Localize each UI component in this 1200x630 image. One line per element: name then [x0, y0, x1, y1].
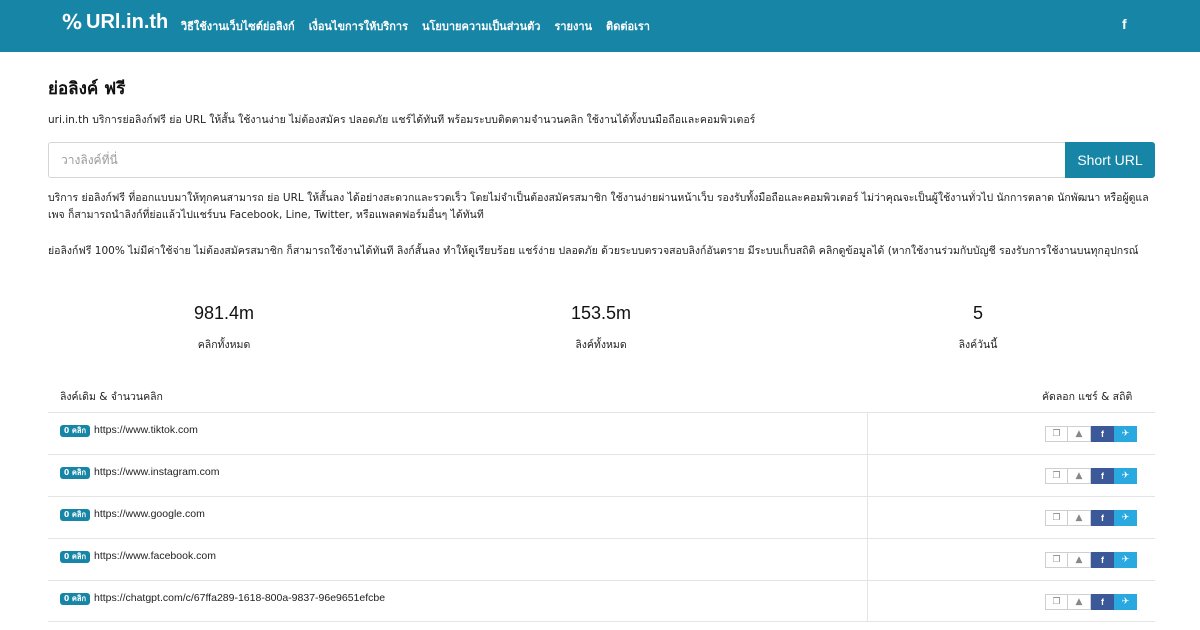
twitter-share-icon[interactable]: ✈: [1114, 468, 1137, 484]
facebook-share-icon[interactable]: f: [1091, 552, 1114, 568]
row-actions-cell: ❐ ▲ f ✈: [868, 581, 1155, 621]
twitter-share-icon[interactable]: ✈: [1114, 510, 1137, 526]
link-icon: %: [62, 10, 83, 34]
click-count-badge: 0 คลิก: [60, 509, 90, 521]
shorten-form: Short URL: [48, 142, 1155, 178]
stats-chart-icon[interactable]: ▲: [1068, 510, 1091, 526]
table-header-original-link: ลิงค์เดิม & จำนวนคลิก: [60, 391, 163, 403]
row-actions: ❐ ▲ f ✈: [1045, 552, 1137, 568]
brand-name: URl.in.th: [86, 10, 169, 33]
copy-icon[interactable]: ❐: [1045, 426, 1068, 442]
nav-link-contact[interactable]: ติดต่อเรา: [606, 17, 650, 35]
twitter-share-icon[interactable]: ✈: [1114, 594, 1137, 610]
stat-label: คลิกทั้งหมด: [197, 339, 251, 351]
original-url[interactable]: https://www.facebook.com: [94, 550, 216, 562]
nav-link-privacy[interactable]: นโยบายความเป็นส่วนตัว: [422, 17, 540, 35]
facebook-share-icon[interactable]: f: [1091, 426, 1114, 442]
click-count-badge: 0 คลิก: [60, 593, 90, 605]
row-actions: ❐ ▲ f ✈: [1045, 594, 1137, 610]
short-url-button[interactable]: Short URL: [1065, 142, 1155, 178]
page-subtitle: uri.in.th บริการย่อลิงก์ฟรี ย่อ URL ให้ส…: [48, 114, 756, 126]
copy-icon[interactable]: ❐: [1045, 468, 1068, 484]
brand-link[interactable]: % URl.in.th: [62, 10, 168, 34]
page-title: ย่อลิงค์ ฟรี: [48, 79, 126, 99]
click-count-badge: 0 คลิก: [60, 551, 90, 563]
row-link-cell: 0 คลิก https://www.facebook.com: [48, 539, 868, 580]
url-input[interactable]: [48, 142, 1065, 178]
row-actions-cell: ❐ ▲ f ✈: [868, 539, 1155, 580]
row-actions-cell: ❐ ▲ f ✈: [868, 455, 1155, 496]
original-url[interactable]: https://www.google.com: [94, 508, 205, 520]
stats-chart-icon[interactable]: ▲: [1068, 552, 1091, 568]
twitter-share-icon[interactable]: ✈: [1114, 552, 1137, 568]
stat-value: 981.4m: [193, 303, 255, 323]
click-count-badge: 0 คลิก: [60, 425, 90, 437]
nav-links: วิธีใช้งานเว็บไซต์ย่อลิงก์ เงื่อนไขการให…: [181, 17, 664, 35]
copy-icon[interactable]: ❐: [1045, 510, 1068, 526]
row-actions: ❐ ▲ f ✈: [1045, 426, 1137, 442]
table-row: 0 คลิก https://www.facebook.com ❐ ▲ f ✈: [48, 538, 1155, 580]
original-url[interactable]: https://www.tiktok.com: [94, 424, 198, 436]
nav-link-report[interactable]: รายงาน: [554, 17, 592, 35]
facebook-share-icon[interactable]: f: [1091, 468, 1114, 484]
row-link-cell: 0 คลิก https://www.tiktok.com: [48, 413, 868, 454]
description-paragraph-1: บริการ ย่อลิงก์ฟรี ที่ออกแบบมาให้ทุกคนสา…: [48, 192, 1149, 221]
stat-links-today: 5 ลิงค์วันนี้: [888, 303, 1068, 353]
description-paragraph-2: ย่อลิงก์ฟรี 100% ไม่มีค่าใช้จ่าย ไม่ต้อง…: [48, 245, 1139, 257]
table-row: 0 คลิก https://www.instagram.com ❐ ▲ f ✈: [48, 454, 1155, 496]
original-url[interactable]: https://www.instagram.com: [94, 466, 219, 478]
original-url[interactable]: https://chatgpt.com/c/67ffa289-1618-800a…: [94, 592, 385, 604]
top-navbar: % URl.in.th วิธีใช้งานเว็บไซต์ย่อลิงก์ เ…: [0, 0, 1200, 52]
table-row: 0 คลิก https://www.google.com ❐ ▲ f ✈: [48, 496, 1155, 538]
stat-value: 5: [972, 303, 983, 323]
twitter-share-icon[interactable]: ✈: [1114, 426, 1137, 442]
click-count-badge: 0 คลิก: [60, 467, 90, 479]
table-row: 0 คลิก https://www.tiktok.com ❐ ▲ f ✈: [48, 412, 1155, 454]
stat-total-clicks: 981.4m คลิกทั้งหมด: [134, 303, 314, 353]
row-actions: ❐ ▲ f ✈: [1045, 468, 1137, 484]
copy-icon[interactable]: ❐: [1045, 552, 1068, 568]
row-link-cell: 0 คลิก https://chatgpt.com/c/67ffa289-16…: [48, 581, 868, 621]
copy-icon[interactable]: ❐: [1045, 594, 1068, 610]
row-link-cell: 0 คลิก https://www.google.com: [48, 497, 868, 538]
stats-chart-icon[interactable]: ▲: [1068, 468, 1091, 484]
nav-link-how-to[interactable]: วิธีใช้งานเว็บไซต์ย่อลิงก์: [181, 17, 295, 35]
row-actions-cell: ❐ ▲ f ✈: [868, 413, 1155, 454]
table-header-actions: คัดลอก แชร์ & สถิติ: [1042, 391, 1133, 403]
facebook-icon[interactable]: f: [1122, 16, 1127, 32]
facebook-share-icon[interactable]: f: [1091, 510, 1114, 526]
row-actions-cell: ❐ ▲ f ✈: [868, 497, 1155, 538]
row-link-cell: 0 คลิก https://www.instagram.com: [48, 455, 868, 496]
row-actions: ❐ ▲ f ✈: [1045, 510, 1137, 526]
table-row: 0 คลิก https://chatgpt.com/c/67ffa289-16…: [48, 580, 1155, 622]
nav-link-terms[interactable]: เงื่อนไขการให้บริการ: [309, 17, 408, 35]
stat-total-links: 153.5m ลิงค์ทั้งหมด: [511, 303, 691, 353]
facebook-share-icon[interactable]: f: [1091, 594, 1114, 610]
stat-value: 153.5m: [570, 303, 632, 323]
stat-label: ลิงค์ทั้งหมด: [575, 339, 627, 351]
stat-label: ลิงค์วันนี้: [958, 339, 998, 351]
stats-chart-icon[interactable]: ▲: [1068, 594, 1091, 610]
stats-chart-icon[interactable]: ▲: [1068, 426, 1091, 442]
